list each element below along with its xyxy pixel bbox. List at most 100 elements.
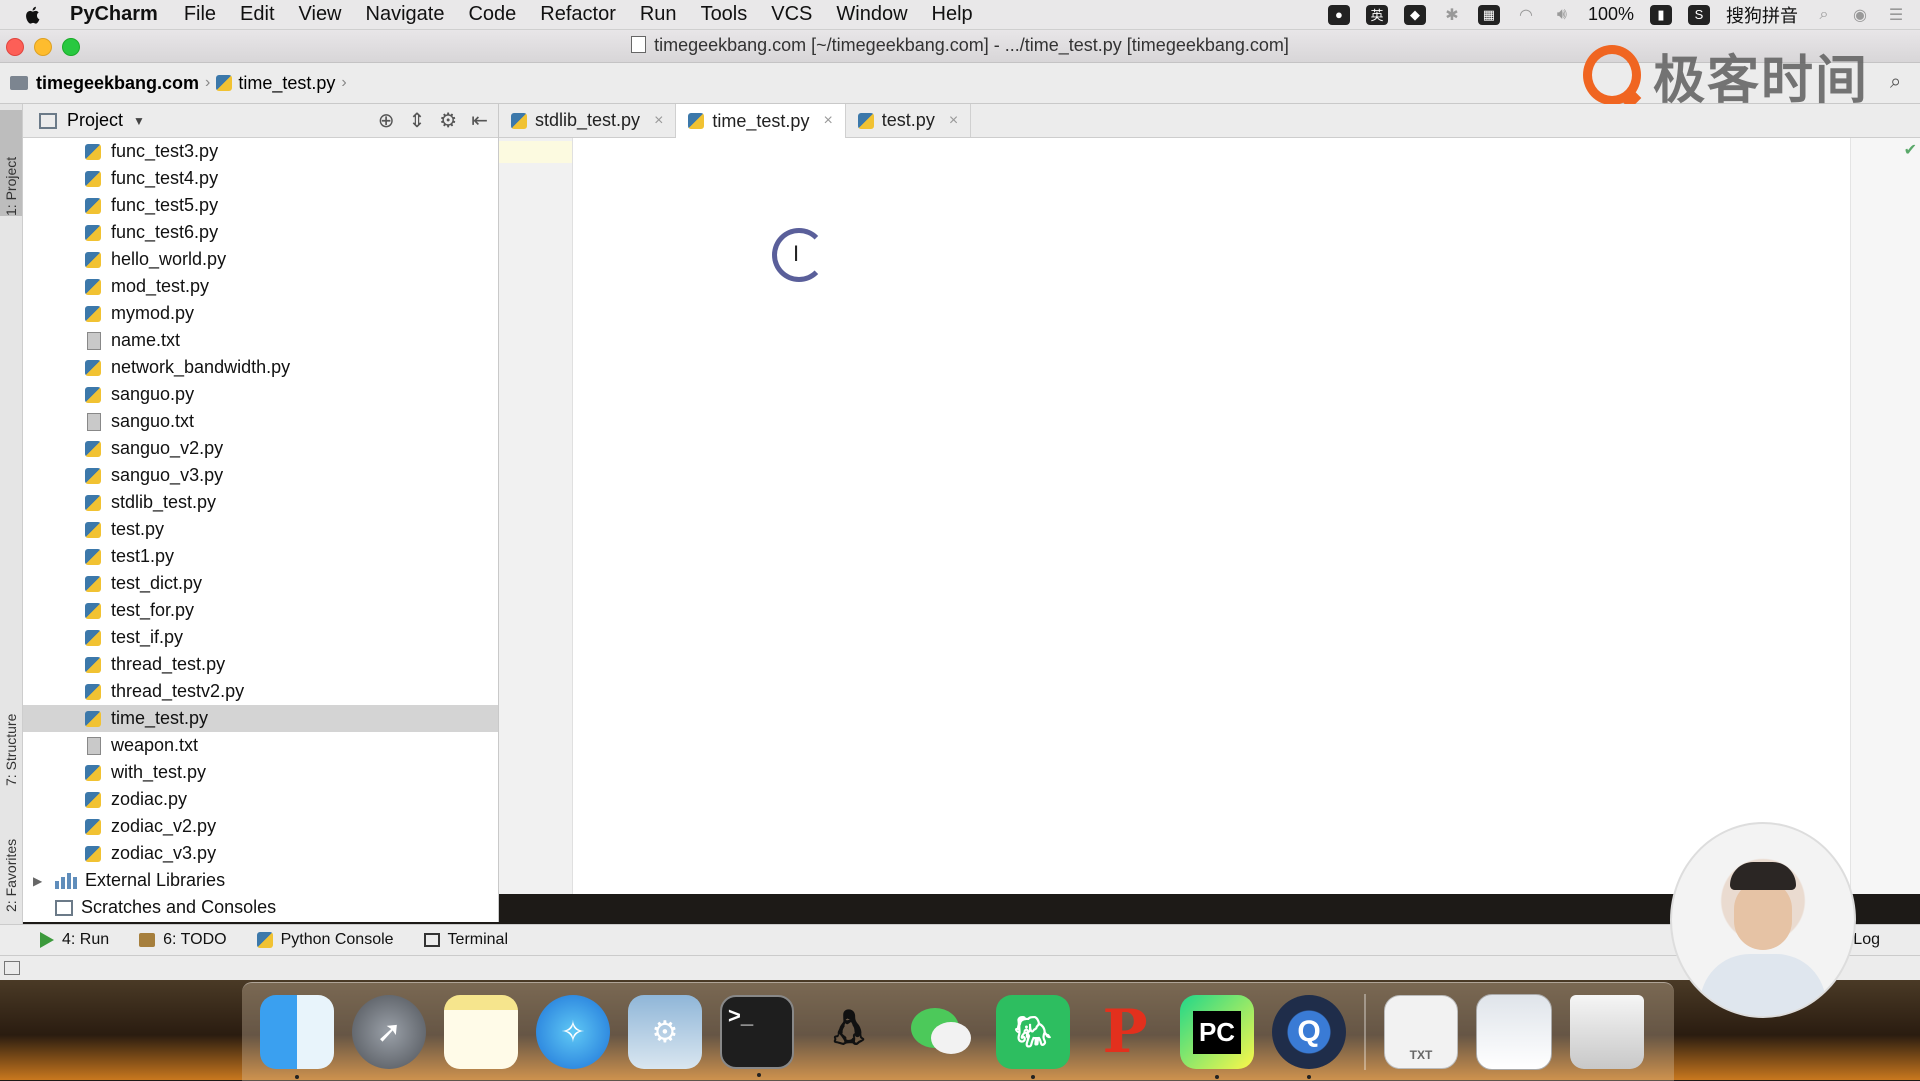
current-line-highlight: [499, 141, 572, 163]
file-tree-item[interactable]: zodiac_v2.py: [23, 813, 498, 840]
python-file-icon: [85, 575, 101, 592]
tool-windows-toggle-icon[interactable]: [4, 961, 20, 975]
volume-icon[interactable]: 🔊︎: [1552, 5, 1572, 25]
quicktime-icon[interactable]: Q: [1272, 995, 1346, 1079]
menu-edit[interactable]: Edit: [240, 3, 274, 26]
apple-menu-icon[interactable]: [24, 5, 42, 25]
file-tree-item[interactable]: mod_test.py: [23, 273, 498, 300]
file-tree-item[interactable]: time_test.py: [23, 705, 498, 732]
tool-event-log[interactable]: Log: [1853, 931, 1880, 949]
file-tree-item[interactable]: weapon.txt: [23, 732, 498, 759]
editor-tab-stdlib-test[interactable]: stdlib_test.py ×: [499, 104, 677, 137]
app-status-icon[interactable]: ◆: [1403, 4, 1426, 25]
terminal-app-icon[interactable]: >_: [720, 995, 794, 1077]
menu-run[interactable]: Run: [640, 3, 677, 26]
menu-file[interactable]: File: [184, 3, 216, 26]
close-icon[interactable]: ×: [823, 112, 832, 130]
spotlight-search-icon[interactable]: ⌕: [1814, 5, 1834, 25]
editor-tab-time-test[interactable]: time_test.py ×: [676, 104, 846, 138]
menu-window[interactable]: Window: [836, 3, 907, 26]
preview-window-icon[interactable]: [1476, 994, 1552, 1070]
file-tree-item[interactable]: func_test4.py: [23, 165, 498, 192]
trash-icon[interactable]: [1570, 995, 1644, 1069]
search-everywhere-icon[interactable]: ⌕: [1890, 71, 1912, 93]
tool-run[interactable]: 4: Run: [18, 931, 109, 949]
file-tree-item[interactable]: hello_world.py: [23, 246, 498, 273]
file-tree-item[interactable]: test1.py: [23, 543, 498, 570]
pycharm-dock-icon[interactable]: PC: [1180, 995, 1254, 1079]
keyboard-icon[interactable]: ▦: [1477, 4, 1500, 25]
tree-external-libraries[interactable]: ▶ External Libraries: [23, 867, 498, 894]
editor-tab-test[interactable]: test.py ×: [846, 104, 972, 137]
breadcrumb-file[interactable]: time_test.py: [238, 73, 335, 94]
tool-terminal[interactable]: Terminal: [423, 931, 508, 949]
expand-arrow-icon[interactable]: ▶: [33, 874, 47, 888]
menu-view[interactable]: View: [299, 3, 342, 26]
menu-tools[interactable]: Tools: [701, 3, 748, 26]
tool-tab-project[interactable]: 1: Project: [0, 110, 22, 216]
file-tree-item[interactable]: thread_testv2.py: [23, 678, 498, 705]
qq-icon[interactable]: 🐧︎: [812, 995, 886, 1069]
file-tree-item[interactable]: name.txt: [23, 327, 498, 354]
wechat-icon[interactable]: [904, 995, 978, 1069]
menu-vcs[interactable]: VCS: [771, 3, 812, 26]
ime-english-icon[interactable]: 英: [1365, 4, 1388, 25]
notification-center-icon[interactable]: ☰: [1886, 5, 1906, 25]
file-tree-item[interactable]: mymod.py: [23, 300, 498, 327]
finder-icon[interactable]: [260, 995, 334, 1079]
tool-tab-structure[interactable]: 7: Structure: [0, 666, 22, 786]
file-tree-item[interactable]: sanguo.txt: [23, 408, 498, 435]
siri-icon[interactable]: ◉: [1850, 5, 1870, 25]
file-tree-item[interactable]: network_bandwidth.py: [23, 354, 498, 381]
tool-python-console[interactable]: Python Console: [256, 931, 394, 949]
launchpad-icon[interactable]: ➚: [352, 995, 426, 1069]
file-tree-item[interactable]: test_dict.py: [23, 570, 498, 597]
inspection-ok-icon[interactable]: ✔: [1904, 140, 1917, 160]
menu-refactor[interactable]: Refactor: [540, 3, 616, 26]
close-icon[interactable]: ×: [949, 112, 958, 130]
locate-file-icon[interactable]: ⊕: [378, 108, 395, 133]
tool-tab-favorites[interactable]: 2: Favorites: [0, 800, 22, 912]
txt-file-icon[interactable]: TXT: [1384, 995, 1458, 1069]
notes-icon[interactable]: [444, 995, 518, 1069]
system-preferences-icon[interactable]: ⚙: [628, 995, 702, 1069]
file-tree-item[interactable]: test_if.py: [23, 624, 498, 651]
microphone-icon[interactable]: ●: [1327, 4, 1350, 25]
app-menu-pycharm[interactable]: PyCharm: [70, 3, 158, 26]
evernote-icon[interactable]: 🐘︎: [996, 995, 1070, 1079]
hide-panel-icon[interactable]: ⇤: [471, 108, 488, 133]
file-tree-item[interactable]: thread_test.py: [23, 651, 498, 678]
menu-navigate[interactable]: Navigate: [366, 3, 445, 26]
collapse-all-icon[interactable]: ⇕: [409, 108, 426, 133]
file-tree-item[interactable]: test.py: [23, 516, 498, 543]
sogou-icon[interactable]: S: [1688, 4, 1710, 25]
tree-scratches-consoles[interactable]: Scratches and Consoles: [23, 894, 498, 921]
file-tree-item[interactable]: zodiac_v3.py: [23, 840, 498, 867]
menu-code[interactable]: Code: [468, 3, 516, 26]
safari-icon[interactable]: ✧: [536, 995, 610, 1069]
file-tree-item[interactable]: func_test6.py: [23, 219, 498, 246]
wifi-icon[interactable]: ◠: [1516, 5, 1536, 25]
file-tree-item[interactable]: func_test3.py: [23, 138, 498, 165]
file-tree-item[interactable]: zodiac.py: [23, 786, 498, 813]
project-view-selector[interactable]: Project: [67, 110, 123, 131]
breadcrumb-project[interactable]: timegeekbang.com: [36, 73, 199, 94]
tool-todo[interactable]: 6: TODO: [139, 931, 227, 949]
bluetooth-icon[interactable]: ✱: [1442, 5, 1462, 25]
code-editor[interactable]: [573, 138, 1850, 894]
file-tree-item[interactable]: test_for.py: [23, 597, 498, 624]
file-tree-item[interactable]: sanguo.py: [23, 381, 498, 408]
battery-icon[interactable]: ▮: [1650, 4, 1672, 25]
gear-icon[interactable]: ⚙: [439, 108, 457, 133]
file-tree-item[interactable]: with_test.py: [23, 759, 498, 786]
file-tree-item[interactable]: sanguo_v2.py: [23, 435, 498, 462]
file-tree-item[interactable]: sanguo_v3.py: [23, 462, 498, 489]
menu-help[interactable]: Help: [932, 3, 973, 26]
file-tree-item[interactable]: func_test5.py: [23, 192, 498, 219]
breadcrumb-separator-icon: ›: [205, 74, 211, 91]
chevron-down-icon[interactable]: ▼: [133, 114, 145, 128]
wps-icon[interactable]: P: [1088, 995, 1162, 1069]
file-tree-item[interactable]: stdlib_test.py: [23, 489, 498, 516]
close-icon[interactable]: ×: [654, 112, 663, 130]
input-method-label[interactable]: 搜狗拼音: [1726, 2, 1798, 28]
